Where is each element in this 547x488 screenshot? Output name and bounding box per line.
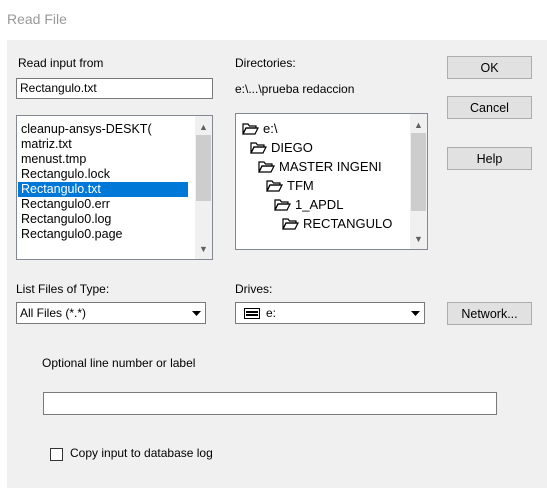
read-input-field[interactable]: Rectangulo.txt (16, 78, 213, 99)
drive-icon (244, 307, 260, 319)
copy-log-label: Copy input to database log (70, 446, 213, 460)
scroll-thumb[interactable] (196, 135, 211, 201)
list-item[interactable]: cleanup-ansys-DESKT( (21, 122, 152, 137)
directory-tree-scrollbar[interactable]: ▲ ▼ (410, 114, 427, 249)
optional-line-input[interactable] (43, 392, 497, 415)
window-title: Read File (7, 11, 67, 27)
file-list-scrollbar[interactable]: ▲ ▼ (195, 116, 212, 259)
scroll-thumb[interactable] (411, 133, 426, 211)
directories-current-path: e:\...\prueba redaccion (235, 82, 355, 96)
scroll-up-arrow-icon[interactable]: ▲ (410, 116, 427, 133)
optional-label: Optional line number or label (42, 356, 196, 370)
directory-item[interactable]: 1_APDL (274, 197, 343, 213)
list-item[interactable]: Rectangulo0.page (21, 227, 122, 242)
list-item[interactable]: menust.tmp (21, 152, 86, 167)
open-folder-icon (274, 199, 291, 211)
ok-button[interactable]: OK (447, 56, 532, 79)
drives-label: Drives: (235, 282, 273, 296)
open-folder-icon (266, 180, 283, 192)
dropdown-arrow-icon[interactable] (407, 303, 424, 323)
list-item[interactable]: Rectangulo0.err (21, 197, 110, 212)
network-button[interactable]: Network... (447, 302, 532, 325)
scroll-up-arrow-icon[interactable]: ▲ (195, 118, 212, 135)
open-folder-icon (258, 161, 275, 173)
scroll-down-arrow-icon[interactable]: ▼ (195, 240, 212, 257)
list-item[interactable]: Rectangulo0.log (21, 212, 111, 227)
open-folder-icon (282, 218, 299, 230)
list-item-selected[interactable]: Rectangulo.txt (18, 182, 188, 197)
directory-item[interactable]: RECTANGULO (282, 216, 392, 232)
cancel-button[interactable]: Cancel (447, 96, 532, 119)
drives-select[interactable]: e: (235, 302, 425, 324)
title-bar: Read File (0, 0, 547, 40)
dropdown-arrow-icon[interactable] (188, 303, 205, 323)
directory-tree[interactable]: e:\ DIEGO MASTER INGENI TFM 1_APDL RECTA… (235, 113, 428, 250)
file-type-select[interactable]: All Files (*.*) (16, 302, 206, 324)
copy-log-checkbox[interactable] (50, 448, 63, 461)
read-input-label: Read input from (18, 56, 104, 70)
dialog-body: Read input from Rectangulo.txt cleanup-a… (7, 40, 547, 488)
open-folder-icon (242, 123, 259, 135)
directory-item[interactable]: TFM (266, 178, 314, 194)
directories-label: Directories: (235, 56, 296, 70)
list-item[interactable]: matriz.txt (21, 137, 72, 152)
open-folder-icon (250, 142, 267, 154)
scroll-down-arrow-icon[interactable]: ▼ (410, 230, 427, 247)
file-type-label: List Files of Type: (16, 282, 110, 296)
directory-item[interactable]: MASTER INGENI (258, 159, 382, 175)
directory-item[interactable]: DIEGO (250, 140, 313, 156)
file-list[interactable]: cleanup-ansys-DESKT( matriz.txt menust.t… (16, 115, 213, 260)
list-item[interactable]: Rectangulo.lock (21, 167, 110, 182)
help-button[interactable]: Help (447, 147, 532, 170)
directory-item[interactable]: e:\ (242, 121, 277, 137)
